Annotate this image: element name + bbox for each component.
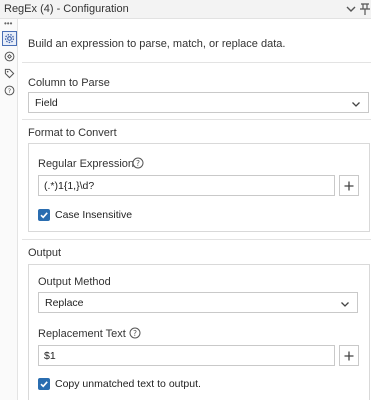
regex-field[interactable] xyxy=(38,175,335,196)
replacement-add-button[interactable] xyxy=(339,345,359,366)
column-to-parse-value: Field xyxy=(35,97,58,109)
regex-add-button[interactable] xyxy=(339,175,359,196)
case-insensitive-checkbox[interactable] xyxy=(38,209,50,221)
chevron-down-icon xyxy=(339,297,351,309)
divider xyxy=(22,119,371,120)
sidebar-help[interactable]: ? xyxy=(2,83,17,98)
pin-icon[interactable] xyxy=(359,2,371,16)
sidebar-configuration[interactable] xyxy=(2,31,17,46)
replacement-text-label: Replacement Text xyxy=(38,328,126,340)
svg-text:?: ? xyxy=(8,87,11,95)
regex-input[interactable] xyxy=(39,176,334,196)
copy-unmatched-row[interactable]: Copy unmatched text to output. xyxy=(38,378,298,392)
gear-icon xyxy=(4,33,15,44)
svg-text:?: ? xyxy=(133,329,137,338)
sidebar-tags[interactable] xyxy=(2,66,17,81)
svg-text:?: ? xyxy=(136,159,140,168)
format-to-convert-group: Regular Expression ? Case Insensitive xyxy=(28,143,370,232)
copy-unmatched-checkbox[interactable] xyxy=(38,378,50,390)
replacement-text-field[interactable] xyxy=(38,345,335,366)
help-icon[interactable]: ? xyxy=(132,156,144,169)
tool-description: Build an expression to parse, match, or … xyxy=(28,38,286,50)
replacement-text-input[interactable] xyxy=(39,346,334,366)
copy-unmatched-label: Copy unmatched text to output. xyxy=(55,378,201,390)
dots-icon: ••• xyxy=(4,19,13,28)
format-to-convert-label: Format to Convert xyxy=(28,127,117,139)
plus-icon xyxy=(344,181,354,190)
divider xyxy=(22,239,371,240)
output-method-select[interactable]: Replace xyxy=(38,292,358,313)
output-method-label: Output Method xyxy=(38,276,111,288)
case-insensitive-label: Case Insensitive xyxy=(55,209,133,221)
output-group: Output Method Replace Replacement Text ?… xyxy=(28,264,370,400)
checkmark-icon xyxy=(40,381,48,388)
plus-icon xyxy=(344,351,354,360)
checkmark-icon xyxy=(40,212,48,219)
annotation-icon xyxy=(4,51,15,62)
config-sidebar: ••• ? xyxy=(0,19,18,400)
chevron-down-icon xyxy=(350,97,362,109)
help-icon: ? xyxy=(4,85,15,96)
column-to-parse-select[interactable]: Field xyxy=(28,92,369,113)
window-title: RegEx (4) - Configuration xyxy=(4,3,129,15)
sidebar-annotation[interactable] xyxy=(2,49,17,64)
regex-label: Regular Expression xyxy=(38,158,134,170)
chevron-down-icon[interactable] xyxy=(344,2,358,16)
divider xyxy=(22,62,371,63)
title-bar: RegEx (4) - Configuration xyxy=(0,0,371,19)
column-to-parse-label: Column to Parse xyxy=(28,77,110,89)
case-insensitive-row[interactable]: Case Insensitive xyxy=(38,209,238,223)
help-icon[interactable]: ? xyxy=(129,326,141,339)
output-label: Output xyxy=(28,247,62,259)
output-method-value: Replace xyxy=(45,297,84,309)
tag-icon xyxy=(4,68,15,79)
